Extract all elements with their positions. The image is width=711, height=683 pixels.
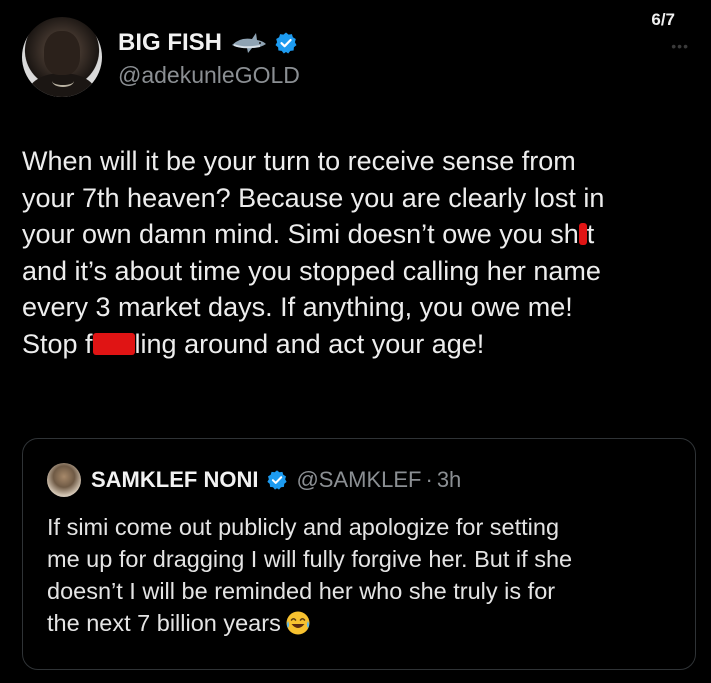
tweet-body: When will it be your turn to receive sen…: [22, 143, 692, 362]
separator-dot: ·: [425, 467, 433, 492]
quoted-tweet-body: If simi come out publicly and apologize …: [47, 511, 677, 639]
author-names: BIG FISH @adekunleGOLD: [118, 26, 300, 89]
display-name[interactable]: BIG FISH: [118, 29, 222, 57]
display-name-row: BIG FISH: [118, 26, 300, 60]
quoted-tweet[interactable]: SAMKLEF NONI @SAMKLEF · 3h If simi come …: [22, 438, 696, 670]
tweet-line: your 7th heaven? Because you are clearly…: [22, 182, 605, 213]
face-with-tears-of-joy-icon: [286, 611, 310, 635]
quoted-timestamp[interactable]: 3h: [437, 467, 461, 493]
page-counter: 6/7: [651, 10, 675, 29]
quoted-tweet-header: SAMKLEF NONI @SAMKLEF · 3h: [47, 463, 461, 497]
quote-line: me up for dragging I will fully forgive …: [47, 546, 573, 572]
avatar[interactable]: [22, 17, 102, 97]
tweet-line: your own damn mind. Simi doesn’t owe you…: [22, 219, 595, 249]
tweet-line: and it’s about time you stopped calling …: [22, 255, 601, 286]
verified-badge-icon: [275, 32, 297, 53]
shark-emoji-icon: [232, 32, 267, 53]
author-handle[interactable]: @adekunleGOLD: [118, 62, 300, 89]
tweet-header: BIG FISH @adekunleGOLD: [22, 17, 300, 97]
verified-badge-icon: [267, 470, 288, 490]
tweet-line: When will it be your turn to receive sen…: [22, 146, 576, 176]
tweet-line: every 3 market days. If anything, you ow…: [22, 292, 573, 322]
redaction-mark: [92, 332, 135, 355]
quote-line: If simi come out publicly and apologize …: [47, 514, 560, 540]
quoted-display-name[interactable]: SAMKLEF NONI: [91, 467, 258, 493]
tweet-line: Stop f ling around and act your age!: [22, 328, 485, 359]
quoted-avatar[interactable]: [47, 463, 81, 497]
quote-line: the next 7 billion years: [47, 607, 677, 639]
quote-line: doesn’t I will be reminded her who she t…: [47, 578, 556, 604]
redaction-mark: [578, 223, 587, 245]
more-options-icon[interactable]: •••: [671, 38, 689, 54]
quoted-handle[interactable]: @SAMKLEF: [296, 467, 421, 493]
